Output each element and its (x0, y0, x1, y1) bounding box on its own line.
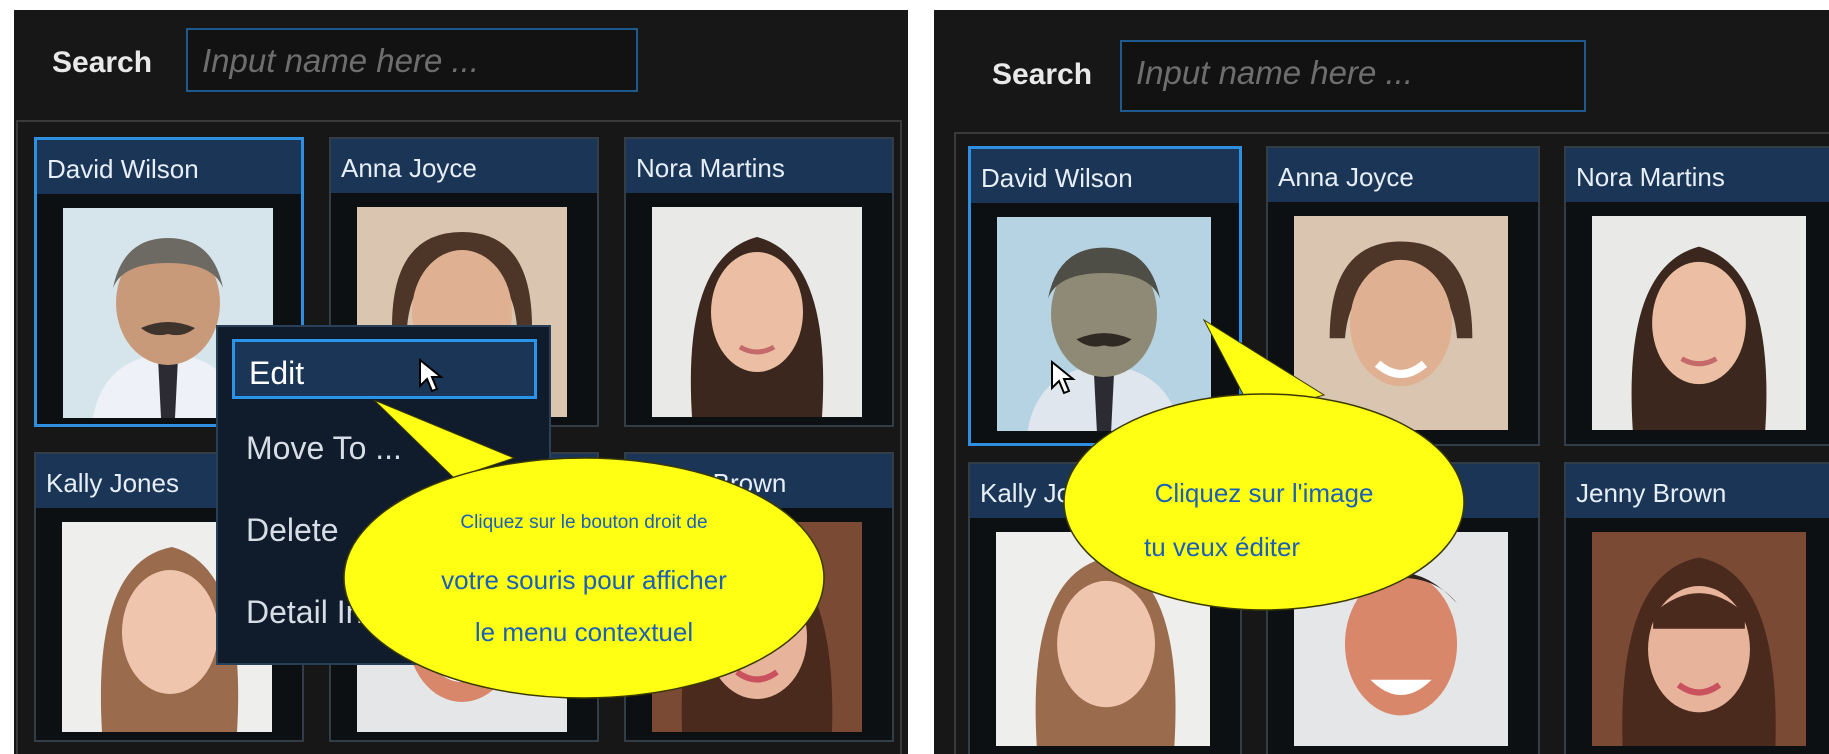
callout-text-line1: Cliquez sur le bouton droit de (460, 512, 708, 533)
callout-bubble (1063, 318, 1465, 611)
contact-name: Anna Joyce (331, 139, 597, 193)
contact-card-nora-martins[interactable]: Nora Martins (624, 137, 894, 427)
callout-text-line2: tu veux éditer (1144, 532, 1301, 562)
search-label: Search (52, 46, 153, 79)
contact-name: David Wilson (37, 140, 301, 194)
callout-bubble (343, 399, 825, 699)
contact-name: Nora Martins (626, 139, 892, 193)
search-input[interactable]: Input name here ... (186, 28, 638, 92)
callout-text-line1: Cliquez sur l'image (1154, 478, 1374, 508)
callout-text-line3: le menu contextuel (474, 617, 694, 647)
search-input[interactable]: Input name here ... (1120, 40, 1586, 112)
contact-card-jenny-brown[interactable]: Jenny Brown (1564, 462, 1829, 754)
contact-name: Anna Joyce (1268, 148, 1538, 202)
contact-photo[interactable] (1592, 216, 1806, 430)
contact-name: Jenny Brown (1566, 464, 1829, 518)
contact-card-nora-martins[interactable]: Nora Martins (1564, 146, 1829, 446)
contact-photo[interactable] (1592, 532, 1806, 746)
right-screenshot-panel: Search Input name here ... David Wilson … (934, 10, 1829, 754)
contact-name: Nora Martins (1566, 148, 1829, 202)
left-screenshot-panel: Search Input name here ... David Wilson … (14, 10, 908, 754)
search-label: Search (992, 58, 1093, 91)
callout-text-line2: votre souris pour afficher (441, 565, 727, 595)
contact-photo[interactable] (652, 207, 862, 417)
contact-name: David Wilson (971, 149, 1239, 203)
